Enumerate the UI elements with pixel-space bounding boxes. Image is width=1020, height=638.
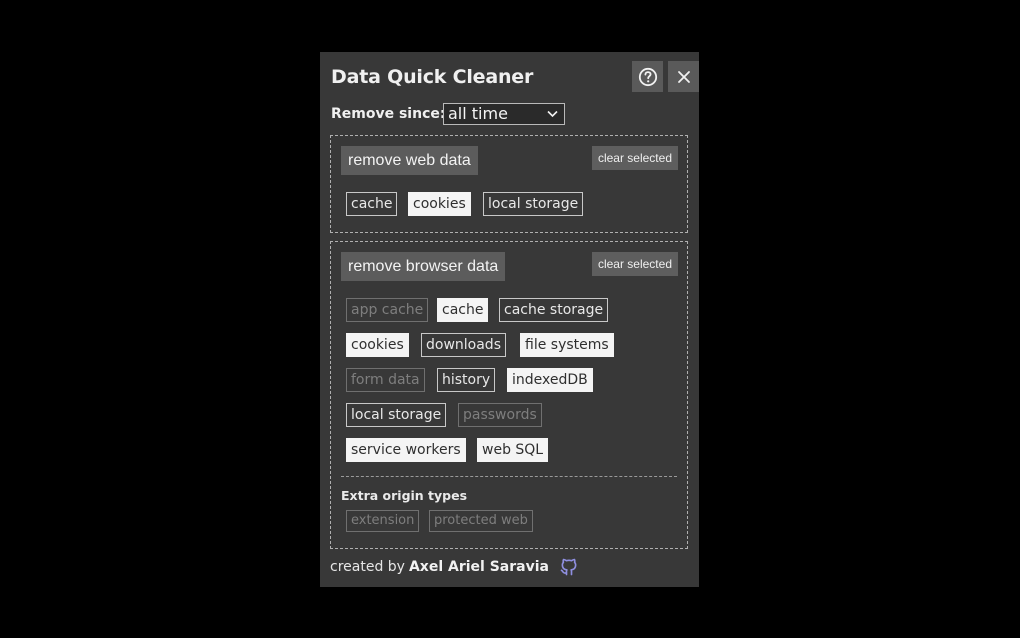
- close-button[interactable]: [668, 61, 699, 92]
- extra-chip-protected-web[interactable]: protected web: [429, 510, 533, 532]
- browser-data-section: remove browser data clear selected app c…: [330, 241, 688, 549]
- web-data-section: remove web data clear selected cache coo…: [330, 135, 688, 233]
- github-link[interactable]: [559, 557, 579, 577]
- browser-chip-form-data[interactable]: form data: [346, 368, 425, 392]
- github-icon: [560, 558, 577, 576]
- remove-since-select[interactable]: all time: [443, 103, 565, 125]
- browser-chip-downloads[interactable]: downloads: [421, 333, 506, 357]
- remove-browser-data-button[interactable]: remove browser data: [341, 252, 506, 281]
- help-circle-icon: [638, 67, 657, 86]
- help-button[interactable]: [632, 61, 663, 92]
- app-title: Data Quick Cleaner: [331, 66, 534, 88]
- section-divider: [341, 476, 677, 477]
- browser-chip-cookies[interactable]: cookies: [346, 333, 409, 357]
- footer-prefix: created by: [330, 559, 405, 575]
- browser-chip-passwords[interactable]: passwords: [458, 403, 542, 427]
- browser-chip-local-storage[interactable]: local storage: [346, 403, 447, 427]
- extra-chip-extension[interactable]: extension: [346, 510, 420, 532]
- browser-clear-selected-button[interactable]: clear selected: [591, 252, 678, 276]
- remove-since-value: all time: [448, 104, 508, 123]
- remove-web-data-button[interactable]: remove web data: [341, 146, 478, 175]
- extra-origin-types-title: Extra origin types: [341, 488, 468, 503]
- browser-chip-service-workers[interactable]: service workers: [346, 438, 466, 462]
- chevron-down-icon: [547, 110, 558, 118]
- web-chip-local-storage[interactable]: local storage: [483, 192, 584, 216]
- popup-panel: Data Quick Cleaner Remove since: all tim…: [320, 52, 699, 587]
- browser-chip-indexeddb[interactable]: indexedDB: [507, 368, 593, 392]
- browser-chip-cache-storage[interactable]: cache storage: [499, 298, 609, 322]
- web-chip-cache[interactable]: cache: [346, 192, 398, 216]
- header: Data Quick Cleaner: [331, 52, 699, 104]
- remove-since-row: Remove since: all time: [331, 103, 688, 136]
- browser-chip-cache[interactable]: cache: [437, 298, 489, 322]
- web-chip-cookies[interactable]: cookies: [408, 192, 471, 216]
- browser-chip-app-cache[interactable]: app cache: [346, 298, 429, 322]
- web-clear-selected-button[interactable]: clear selected: [591, 146, 678, 170]
- author-name: Axel Ariel Saravia: [408, 559, 549, 575]
- browser-chip-history[interactable]: history: [437, 368, 496, 392]
- browser-chip-web-sql[interactable]: web SQL: [477, 438, 549, 462]
- close-icon: [677, 70, 690, 83]
- remove-since-label: Remove since:: [331, 106, 446, 122]
- browser-chip-file-systems[interactable]: file systems: [520, 333, 614, 357]
- footer: created by Axel Ariel Saravia: [330, 557, 579, 577]
